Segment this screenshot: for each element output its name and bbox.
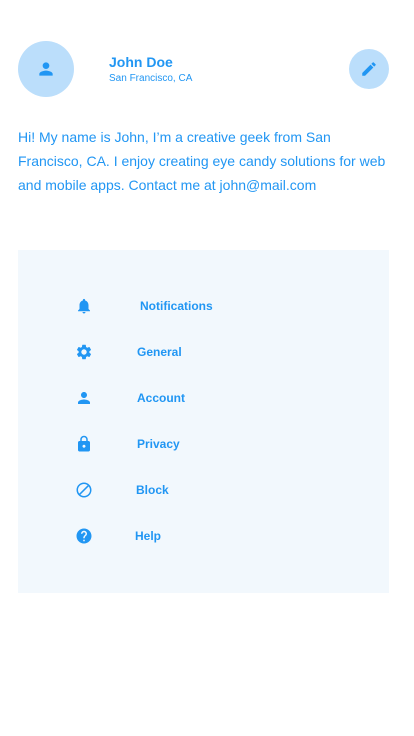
- menu-item-help[interactable]: Help: [18, 521, 389, 551]
- pencil-icon: [362, 62, 376, 76]
- menu-item-block[interactable]: Block: [18, 475, 389, 505]
- profile-location: San Francisco, CA: [109, 73, 193, 84]
- profile-name: John Doe: [109, 54, 173, 70]
- avatar[interactable]: [18, 41, 74, 97]
- menu-item-privacy[interactable]: Privacy: [18, 429, 389, 459]
- gear-icon: [75, 343, 93, 361]
- menu-item-label: Block: [136, 483, 169, 497]
- person-icon: [75, 389, 93, 407]
- edit-profile-button[interactable]: [349, 49, 389, 89]
- block-icon: [75, 481, 93, 499]
- menu-item-notifications[interactable]: Notifications: [18, 291, 389, 321]
- profile-bio: Hi! My name is John, I’m a creative geek…: [18, 129, 386, 193]
- menu-item-label: Notifications: [140, 299, 213, 313]
- bell-icon: [75, 297, 93, 315]
- menu-item-label: General: [137, 345, 182, 359]
- menu-item-label: Privacy: [137, 437, 180, 451]
- menu-item-general[interactable]: General: [18, 337, 389, 367]
- menu-item-account[interactable]: Account: [18, 383, 389, 413]
- menu-item-label: Help: [135, 529, 162, 543]
- lock-icon: [75, 435, 93, 453]
- person-icon: [39, 62, 53, 76]
- help-icon: [75, 527, 93, 545]
- menu-item-label: Account: [137, 391, 185, 405]
- profile-page: John Doe San Francisco, CA Hi! My name i…: [0, 0, 414, 736]
- settings-menu: Notifications General Account Privacy Bl: [18, 250, 389, 593]
